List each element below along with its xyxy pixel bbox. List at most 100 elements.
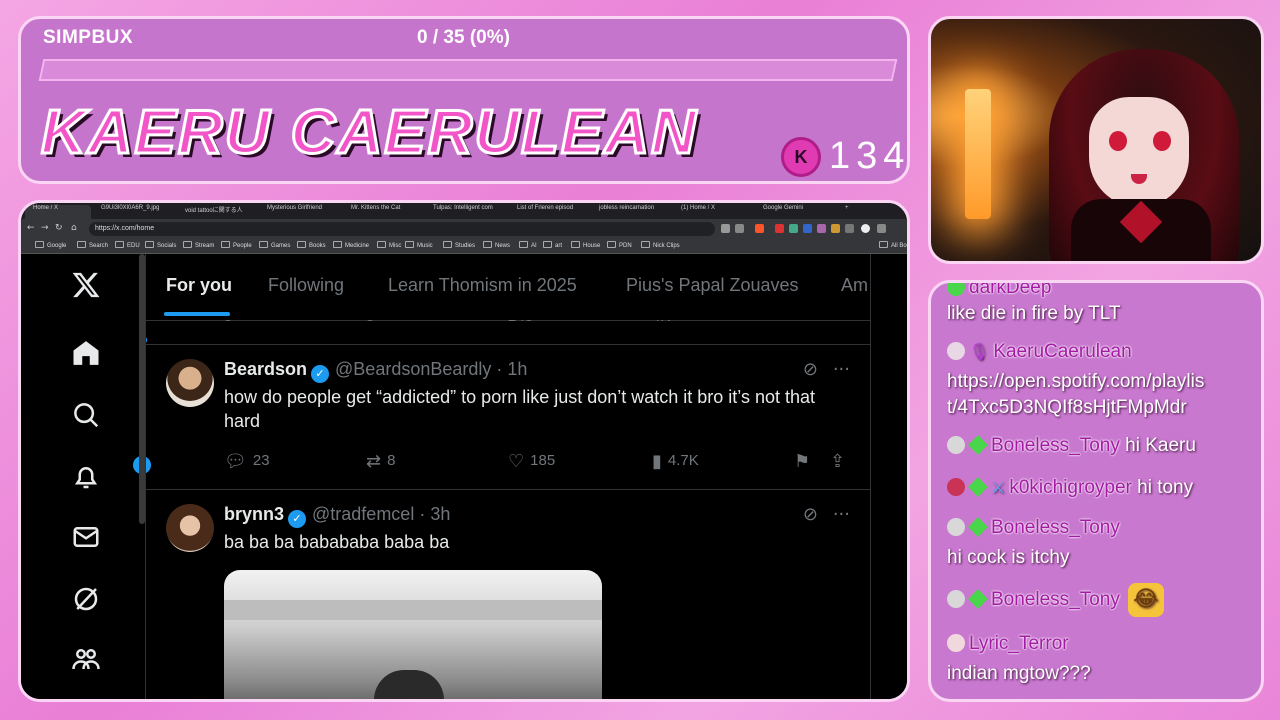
chat-message-text: https://open.spotify.com/playlis bbox=[947, 371, 1205, 392]
tab-learn-thomism[interactable]: Learn Thomism in 2025 bbox=[388, 275, 577, 296]
author-handle[interactable]: @BeardsonBeardly · 1h bbox=[335, 359, 527, 379]
tab-for-you[interactable]: For you bbox=[166, 275, 232, 296]
chat-message-text: like die in fire by TLT bbox=[947, 303, 1121, 324]
browser-tab[interactable]: G9Ui3l0Xl0A6R_9.jpg bbox=[93, 205, 181, 219]
url-input[interactable]: https://x.com/home bbox=[89, 222, 715, 236]
bookmark-folder[interactable]: Google bbox=[35, 241, 66, 249]
like-button[interactable]: ♡ 185 bbox=[508, 451, 555, 472]
webcam-avatar bbox=[928, 16, 1264, 264]
bookmark-folder[interactable]: Studies bbox=[443, 241, 475, 249]
reply-button[interactable]: 💬︎ 23 bbox=[224, 451, 270, 472]
view-count[interactable]: 4K bbox=[652, 320, 670, 325]
browser-tab[interactable]: Home / X bbox=[25, 205, 91, 219]
chat-username[interactable]: Boneless_Tony bbox=[991, 589, 1120, 610]
bookmark-icon[interactable]: ⚑ bbox=[794, 451, 816, 472]
bookmark-folder[interactable]: AI bbox=[519, 241, 537, 249]
author-avatar[interactable] bbox=[166, 359, 214, 407]
post-media-image[interactable] bbox=[224, 570, 602, 699]
bookmark-folder[interactable]: News bbox=[483, 241, 510, 249]
browser-tab[interactable]: (1) Home / X bbox=[673, 205, 761, 219]
more-options-icon[interactable]: ··· bbox=[833, 504, 850, 525]
profile-icon[interactable] bbox=[861, 224, 870, 233]
author-name[interactable]: Beardson bbox=[224, 359, 307, 379]
bookmark-folder[interactable]: Misc bbox=[377, 241, 401, 249]
extension-icon[interactable] bbox=[775, 224, 784, 233]
like-count[interactable]: 243 bbox=[508, 320, 533, 325]
browser-tab[interactable]: jobless reincarnation bbox=[591, 205, 679, 219]
bookmark-folder[interactable]: House bbox=[571, 241, 600, 249]
tab-more[interactable]: Am bbox=[841, 275, 868, 296]
bookmark-folder[interactable]: Medicine bbox=[333, 241, 369, 249]
user-avatar-icon bbox=[947, 436, 965, 454]
chat-username[interactable]: Boneless_Tony bbox=[991, 435, 1120, 456]
repost-count: 8 bbox=[387, 452, 396, 469]
explore-search-icon[interactable] bbox=[69, 400, 103, 434]
chat-username[interactable]: Boneless_Tony bbox=[991, 517, 1120, 538]
browser-tab[interactable]: Mysterious Girlfriend bbox=[259, 205, 347, 219]
zoom-icon[interactable] bbox=[721, 224, 730, 233]
post[interactable]: brynn3 ✓ @tradfemcel · 3h ⊘ ··· ba ba ba b… bbox=[146, 490, 870, 699]
chat-username[interactable]: Lyric_Terror bbox=[969, 633, 1069, 654]
home-nav-icon[interactable] bbox=[69, 336, 147, 372]
x-logo-icon[interactable] bbox=[69, 270, 103, 304]
grok-explain-icon[interactable]: ⊘ bbox=[803, 504, 818, 525]
bookmark-folder[interactable]: Music bbox=[405, 241, 433, 249]
grok-icon[interactable] bbox=[69, 584, 103, 618]
forward-icon[interactable]: → bbox=[41, 223, 49, 233]
browser-tab[interactable]: Google Gemini bbox=[755, 205, 843, 219]
extension-icon[interactable] bbox=[831, 224, 840, 233]
chat-message: Lyric_Terror bbox=[947, 633, 1069, 655]
author-name[interactable]: brynn3 bbox=[224, 504, 284, 524]
notifications-bell-icon[interactable]: 1 bbox=[69, 456, 151, 496]
views-button[interactable]: ▮ 4.7K bbox=[652, 451, 699, 472]
messages-mail-icon[interactable] bbox=[69, 522, 103, 556]
home-icon[interactable]: ⌂ bbox=[71, 223, 77, 233]
avatar-eye bbox=[1153, 131, 1171, 151]
browser-tab[interactable]: void tattooに関する人 bbox=[177, 205, 265, 219]
more-options-icon[interactable]: ··· bbox=[833, 359, 850, 380]
all-bookmarks[interactable]: All Book bbox=[879, 241, 907, 249]
bookmark-folder[interactable]: art bbox=[543, 241, 562, 249]
bookmark-folder[interactable]: Search bbox=[77, 241, 108, 249]
browser-tab[interactable]: Tulpas: Intelligent com bbox=[425, 205, 513, 219]
coin-icon: K bbox=[781, 137, 821, 177]
share-icon[interactable]: ⇪ bbox=[830, 451, 851, 472]
bookmark-folder[interactable]: Nick Clips bbox=[641, 241, 680, 249]
new-tab-icon[interactable]: + bbox=[837, 205, 857, 219]
verified-icon: ✓ bbox=[288, 510, 307, 528]
bookmark-folder[interactable]: Books bbox=[297, 241, 326, 249]
user-avatar-icon bbox=[947, 590, 965, 609]
extension-icon[interactable] bbox=[803, 224, 812, 233]
back-icon[interactable]: ← bbox=[27, 223, 35, 233]
puzzle-icon[interactable] bbox=[845, 224, 854, 233]
tab-following[interactable]: Following bbox=[268, 275, 344, 296]
grok-explain-icon[interactable]: ⊘ bbox=[803, 359, 818, 380]
repost-count[interactable]: 5 bbox=[366, 320, 374, 325]
extension-icon[interactable] bbox=[789, 224, 798, 233]
bookmark-folder[interactable]: PDN bbox=[607, 241, 632, 249]
extension-icon[interactable] bbox=[817, 224, 826, 233]
repost-button[interactable]: ⇄ 8 bbox=[366, 451, 395, 472]
bookmark-folder[interactable]: Stream bbox=[183, 241, 214, 249]
reload-icon[interactable]: ↻ bbox=[55, 223, 63, 233]
post[interactable]: Beardson ✓ @BeardsonBeardly · 1h ⊘ ··· how… bbox=[146, 345, 870, 490]
share-icon[interactable] bbox=[735, 224, 744, 233]
tab-papal-zouaves[interactable]: Pius's Papal Zouaves bbox=[626, 275, 799, 296]
author-handle[interactable]: @tradfemcel · 3h bbox=[312, 504, 450, 524]
brave-shield-icon[interactable] bbox=[755, 224, 764, 233]
browser-tab[interactable]: Mr. Kittens the Cat bbox=[343, 205, 431, 219]
author-avatar[interactable] bbox=[166, 504, 214, 552]
bookmark-folder[interactable]: Socials bbox=[145, 241, 176, 249]
menu-icon[interactable] bbox=[877, 224, 886, 233]
avatar-face bbox=[1089, 97, 1189, 207]
browser-tab[interactable]: List of Frieren episod bbox=[509, 205, 597, 219]
user-avatar-icon bbox=[947, 518, 965, 536]
chat-username[interactable]: darkDeep bbox=[969, 283, 1051, 298]
chat-username[interactable]: k0kichigroyper bbox=[1009, 477, 1132, 498]
bookmark-folder[interactable]: People bbox=[221, 241, 252, 249]
bookmark-folder[interactable]: EDU bbox=[115, 241, 140, 249]
bookmark-folder[interactable]: Games bbox=[259, 241, 290, 249]
communities-icon[interactable] bbox=[69, 644, 103, 678]
chat-username[interactable]: KaeruCaerulean bbox=[993, 341, 1131, 362]
reply-count[interactable]: 5 bbox=[224, 320, 232, 325]
